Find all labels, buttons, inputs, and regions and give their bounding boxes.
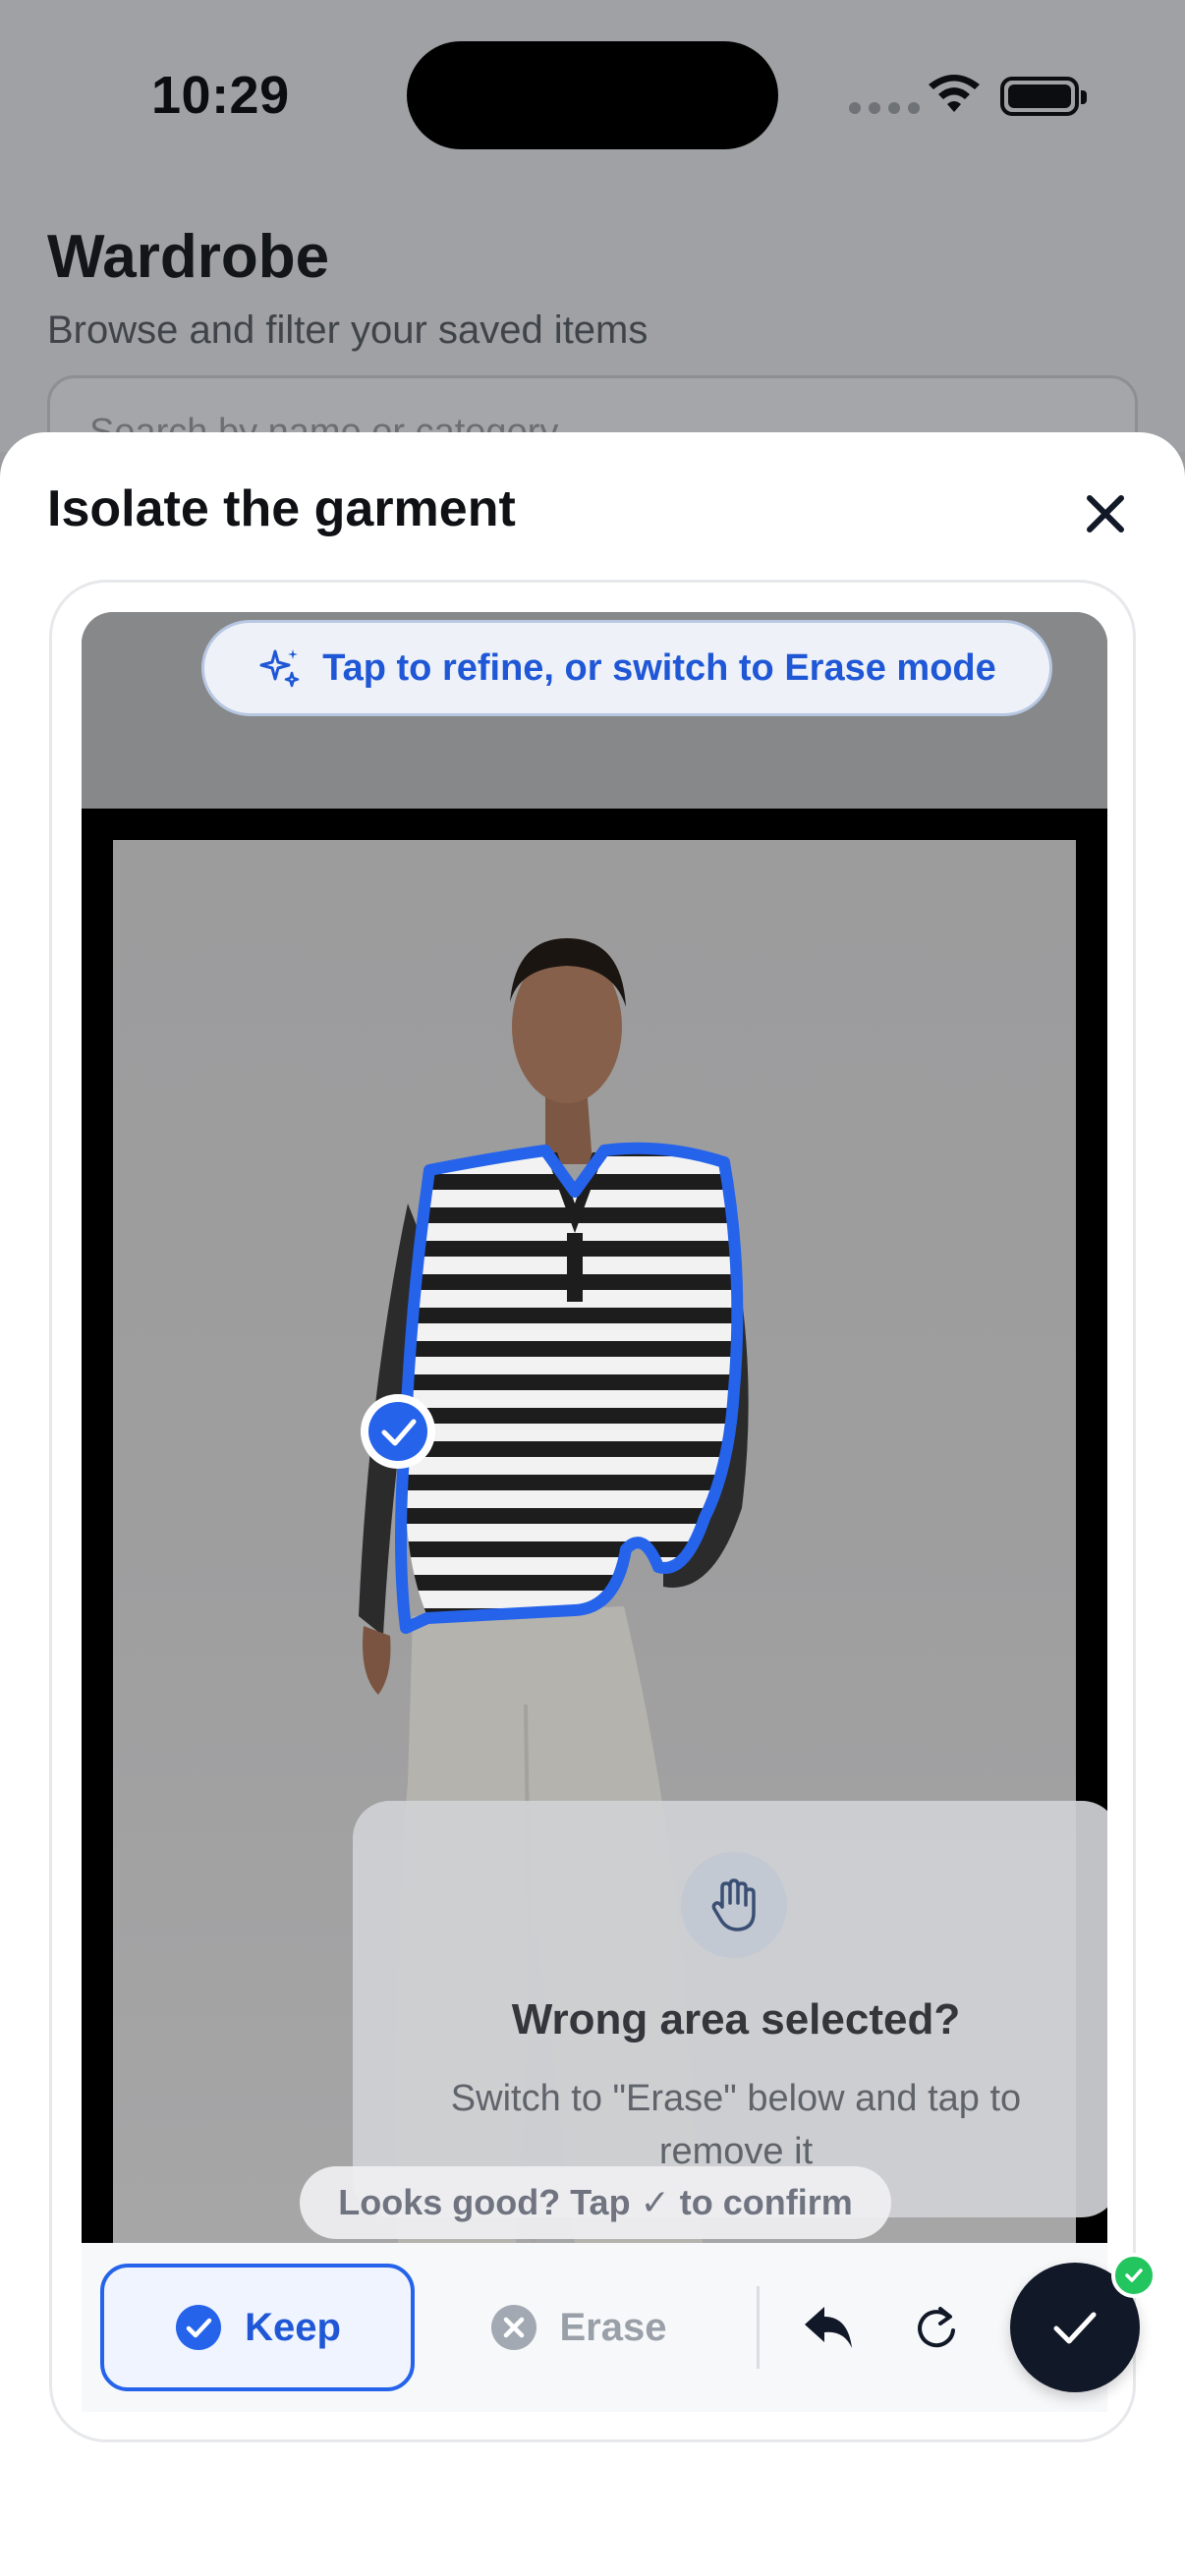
redo-button[interactable]	[897, 2288, 976, 2367]
toolbar-divider	[757, 2286, 760, 2369]
page-subtitle: Browse and filter your saved items	[47, 308, 649, 352]
undo-button[interactable]	[789, 2288, 868, 2367]
toast-title: Wrong area selected?	[511, 1995, 961, 2044]
dynamic-island	[407, 41, 778, 149]
keep-label: Keep	[245, 2305, 341, 2349]
sheet-title: Isolate the garment	[47, 480, 516, 537]
checkmark-icon	[1053, 2312, 1097, 2344]
refine-hint: Tap to refine, or switch to Erase mode	[201, 620, 1052, 716]
close-icon	[1087, 495, 1124, 532]
confirm-hint: Looks good? Tap ✓ to confirm	[300, 2166, 891, 2239]
x-circle-icon	[490, 2305, 536, 2350]
edit-toolbar: Keep Erase	[82, 2243, 1157, 2412]
image-canvas[interactable]: Tap to refine, or switch to Erase mode W…	[82, 612, 1107, 2243]
hand-icon	[681, 1852, 787, 1958]
cellular-signal-icon	[849, 102, 920, 114]
status-time: 10:29	[151, 66, 290, 125]
battery-icon	[1000, 77, 1087, 116]
status-bar: 10:29	[0, 0, 1185, 187]
keep-mode-button[interactable]: Keep	[100, 2264, 415, 2391]
background-screen: 10:29 Wardrobe Browse and filter your sa…	[0, 0, 1185, 493]
sparkle-icon	[259, 649, 300, 688]
undo-icon	[805, 2307, 852, 2348]
editor-card: Tap to refine, or switch to Erase mode W…	[49, 580, 1157, 2442]
wrong-area-toast: Wrong area selected? Switch to "Erase" b…	[353, 1801, 1107, 2217]
success-badge-icon	[1111, 2253, 1157, 2298]
close-button[interactable]	[1073, 481, 1138, 546]
redo-icon	[918, 2307, 955, 2348]
toast-body: Switch to "Erase" below and tap to remov…	[450, 2078, 1022, 2172]
erase-label: Erase	[559, 2305, 667, 2349]
isolate-garment-sheet: Isolate the garment Tap to refine, or sw…	[0, 432, 1185, 2576]
check-circle-icon	[176, 2305, 222, 2350]
page-title: Wardrobe	[47, 223, 330, 291]
refine-hint-text: Tap to refine, or switch to Erase mode	[322, 646, 996, 689]
wifi-icon	[926, 73, 983, 121]
erase-mode-button[interactable]: Erase	[435, 2264, 720, 2391]
